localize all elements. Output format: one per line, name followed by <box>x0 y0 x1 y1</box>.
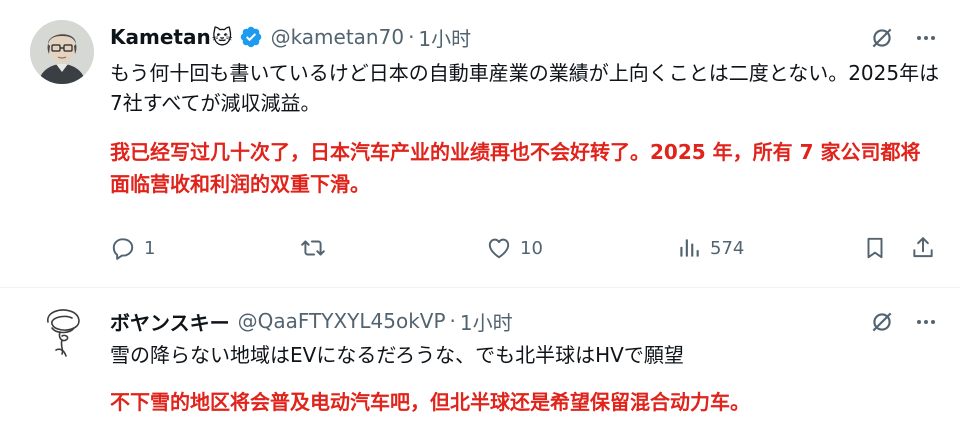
tweet-actions: 1 10 574 <box>110 230 940 266</box>
reply-button[interactable]: 1 <box>110 230 155 266</box>
tweet-top-actions <box>868 24 940 52</box>
tweet-header: Kametan 🐱 @kametan70 · 1小时 <box>110 22 471 52</box>
avatar[interactable] <box>30 20 94 84</box>
share-button[interactable] <box>910 230 936 266</box>
verified-badge-icon <box>239 25 263 49</box>
tweet-translation: 不下雪的地区将会普及电动汽车吧，但北半球还是希望保留混合动力车。 <box>110 390 750 414</box>
handle[interactable]: @QaaFTYXYL45okVP <box>238 309 446 333</box>
timestamp[interactable]: 1小时 <box>460 307 513 336</box>
reply-count: 1 <box>144 237 156 259</box>
avatar-portrait-icon <box>30 20 94 84</box>
timestamp[interactable]: 1小时 <box>418 23 471 52</box>
separator-dot: · <box>408 25 415 49</box>
tweet-text: もう何十回も書いているけど日本の自動車産業の業績が上向くことは二度とない。202… <box>110 61 940 115</box>
tweet-top-actions <box>868 308 940 336</box>
retweet-button[interactable] <box>300 230 334 266</box>
more-icon[interactable] <box>912 24 940 52</box>
separator-dot: · <box>449 309 456 333</box>
like-button[interactable]: 10 <box>486 230 543 266</box>
tweet-header: ボヤンスキー @QaaFTYXYL45okVP · 1小时 <box>110 306 513 336</box>
tweet-text: 雪の降らない地域はEVになるだろうな、でも北半球はHVで願望 <box>110 343 684 367</box>
display-name[interactable]: ボヤンスキー <box>110 307 230 336</box>
share-icon <box>913 237 933 258</box>
retweet-icon <box>301 240 325 256</box>
grok-icon[interactable] <box>868 308 896 336</box>
more-icon[interactable] <box>912 308 940 336</box>
avatar[interactable] <box>30 300 94 364</box>
handle[interactable]: @kametan70 <box>271 25 405 49</box>
bookmark-icon <box>867 237 883 259</box>
bookmark-button[interactable] <box>862 230 888 266</box>
like-icon <box>488 238 510 259</box>
views-button[interactable]: 574 <box>676 230 744 266</box>
cat-emoji: 🐱 <box>211 25 233 49</box>
views-icon <box>680 239 699 257</box>
tweet[interactable]: Kametan 🐱 @kametan70 · 1小时 もう何十回も書いているけど… <box>0 0 960 288</box>
avatar-scribble-icon <box>30 300 94 364</box>
reply-icon <box>112 238 134 260</box>
tweet-translation: 我已经写过几十次了，日本汽车产业的业绩再也不会好转了。2025 年，所有 7 家… <box>110 140 921 196</box>
reply-tweet[interactable]: ボヤンスキー @QaaFTYXYL45okVP · 1小时 雪の降らない地域はE… <box>0 288 960 432</box>
views-count: 574 <box>710 237 745 259</box>
like-count: 10 <box>520 237 543 259</box>
display-name[interactable]: Kametan <box>110 25 211 49</box>
grok-icon[interactable] <box>868 24 896 52</box>
